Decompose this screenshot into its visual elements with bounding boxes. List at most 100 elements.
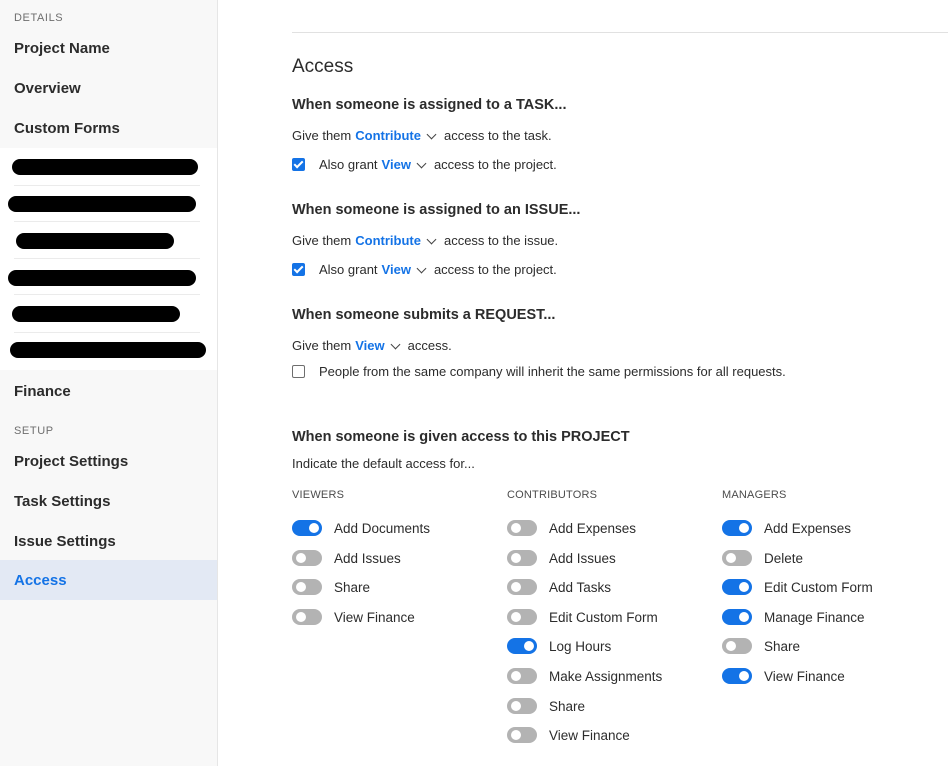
- managers-permission-label: Manage Finance: [764, 609, 865, 625]
- viewers-permission-label: Share: [334, 579, 371, 595]
- contributors-permission-label: Share: [549, 698, 586, 714]
- viewers-permission-toggle[interactable]: [292, 550, 322, 566]
- request-give-suffix: access.: [407, 338, 452, 353]
- task-also-grant-row: Also grant View access to the project.: [292, 157, 557, 172]
- issue-access-level-dropdown[interactable]: Contribute: [355, 233, 421, 248]
- toggle-knob: [295, 581, 307, 593]
- request-inherit-checkbox[interactable]: [292, 365, 305, 378]
- managers-permission-toggle[interactable]: [722, 520, 752, 536]
- contributors-permission-row: Add Expenses: [507, 520, 636, 536]
- contributors-permission-toggle[interactable]: [507, 609, 537, 625]
- chevron-down-icon[interactable]: [390, 339, 401, 349]
- nav-item-project-name[interactable]: Project Name: [0, 28, 217, 68]
- managers-permission-toggle[interactable]: [722, 668, 752, 684]
- request-access-level-dropdown[interactable]: View: [355, 338, 384, 353]
- contributors-permission-label: Make Assignments: [549, 668, 663, 684]
- chevron-down-icon[interactable]: [416, 158, 427, 168]
- contributors-permission-row: Add Tasks: [507, 579, 611, 595]
- divider: [14, 332, 200, 333]
- redaction-mark: [10, 342, 206, 358]
- request-section-heading: When someone submits a REQUEST...: [292, 307, 556, 323]
- viewers-permission-toggle[interactable]: [292, 609, 322, 625]
- issue-section-heading: When someone is assigned to an ISSUE...: [292, 202, 581, 218]
- contributors-permission-toggle[interactable]: [507, 638, 537, 654]
- redaction-mark: [8, 196, 196, 212]
- nav-item-finance[interactable]: Finance: [0, 371, 217, 411]
- toggle-knob: [295, 552, 307, 564]
- managers-permission-label: View Finance: [764, 668, 845, 684]
- viewers-permission-toggle[interactable]: [292, 520, 322, 536]
- nav-item-project-settings[interactable]: Project Settings: [0, 441, 217, 481]
- page-title: Access: [292, 56, 354, 77]
- nav-item-issue-settings[interactable]: Issue Settings: [0, 521, 217, 561]
- nav-item-custom-forms[interactable]: Custom Forms: [0, 108, 217, 148]
- nav-item-task-settings[interactable]: Task Settings: [0, 481, 217, 521]
- viewers-permission-row: Add Documents: [292, 520, 430, 536]
- divider: [14, 221, 200, 222]
- request-give-prefix: Give them: [292, 338, 352, 353]
- main-content: Access When someone is assigned to a TAS…: [292, 0, 948, 766]
- chevron-down-icon[interactable]: [426, 129, 437, 139]
- contributors-permission-toggle[interactable]: [507, 698, 537, 714]
- task-give-prefix: Give them: [292, 128, 352, 143]
- toggle-knob: [739, 671, 749, 681]
- contributors-permission-toggle[interactable]: [507, 550, 537, 566]
- request-inherit-label: People from the same company will inheri…: [319, 364, 786, 379]
- contributors-permission-toggle[interactable]: [507, 668, 537, 684]
- toggle-knob: [510, 581, 522, 593]
- sidebar: DETAILS Project Name Overview Custom For…: [0, 0, 218, 766]
- contributors-permission-label: Add Issues: [549, 550, 616, 566]
- redaction-mark: [12, 306, 180, 322]
- toggle-knob: [524, 641, 534, 651]
- viewers-permission-label: Add Issues: [334, 550, 401, 566]
- task-section-heading: When someone is assigned to a TASK...: [292, 97, 567, 113]
- contributors-permission-toggle[interactable]: [507, 520, 537, 536]
- managers-permission-toggle[interactable]: [722, 550, 752, 566]
- chevron-down-icon[interactable]: [426, 234, 437, 244]
- divider: [14, 294, 200, 295]
- toggle-knob: [739, 523, 749, 533]
- request-give-row: Give them View access.: [292, 338, 452, 353]
- contributors-permission-toggle[interactable]: [507, 727, 537, 743]
- issue-also-prefix: Also grant: [319, 262, 378, 277]
- nav-item-access[interactable]: Access: [0, 560, 217, 600]
- redacted-nav-items: [0, 148, 217, 370]
- contributors-column-heading: CONTRIBUTORS: [507, 489, 598, 501]
- contributors-permission-row: Add Issues: [507, 550, 616, 566]
- task-project-access-dropdown[interactable]: View: [382, 157, 411, 172]
- managers-permission-toggle[interactable]: [722, 609, 752, 625]
- chevron-down-icon[interactable]: [416, 263, 427, 273]
- contributors-permission-row: Make Assignments: [507, 668, 662, 684]
- managers-permission-row: Manage Finance: [722, 609, 865, 625]
- issue-also-grant-row: Also grant View access to the project.: [292, 262, 557, 277]
- managers-permission-toggle[interactable]: [722, 579, 752, 595]
- contributors-permission-row: Edit Custom Form: [507, 609, 658, 625]
- project-section-heading: When someone is given access to this PRO…: [292, 429, 630, 445]
- redaction-mark: [16, 233, 174, 249]
- task-also-grant-checkbox[interactable]: [292, 158, 305, 171]
- managers-permission-label: Edit Custom Form: [764, 579, 873, 595]
- toggle-knob: [510, 611, 522, 623]
- issue-also-suffix: access to the project.: [433, 262, 557, 277]
- task-also-suffix: access to the project.: [433, 157, 557, 172]
- nav-item-overview[interactable]: Overview: [0, 68, 217, 108]
- managers-permission-row: View Finance: [722, 668, 845, 684]
- issue-also-grant-checkbox[interactable]: [292, 263, 305, 276]
- divider: [14, 185, 200, 186]
- viewers-permission-row: Share: [292, 579, 370, 595]
- toggle-knob: [510, 729, 522, 741]
- contributors-permission-toggle[interactable]: [507, 579, 537, 595]
- managers-permission-label: Delete: [764, 550, 804, 566]
- issue-give-row: Give them Contribute access to the issue…: [292, 233, 558, 248]
- viewers-permission-toggle[interactable]: [292, 579, 322, 595]
- issue-project-access-dropdown[interactable]: View: [382, 262, 411, 277]
- issue-give-prefix: Give them: [292, 233, 352, 248]
- toggle-knob: [295, 611, 307, 623]
- managers-permission-label: Share: [764, 638, 801, 654]
- request-inherit-row: People from the same company will inheri…: [292, 364, 786, 379]
- managers-permission-label: Add Expenses: [764, 520, 852, 536]
- managers-permission-row: Add Expenses: [722, 520, 851, 536]
- redaction-mark: [12, 159, 198, 175]
- task-access-level-dropdown[interactable]: Contribute: [355, 128, 421, 143]
- managers-permission-toggle[interactable]: [722, 638, 752, 654]
